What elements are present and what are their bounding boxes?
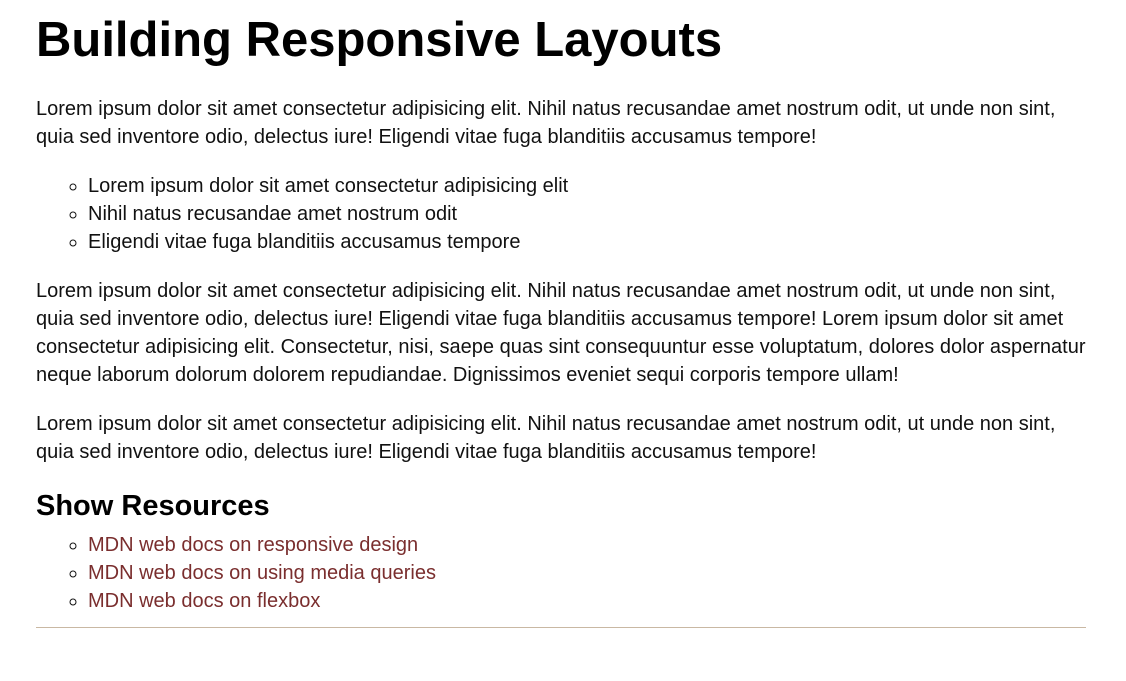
- resource-item: MDN web docs on using media queries: [88, 559, 1086, 587]
- list-item: Lorem ipsum dolor sit amet consectetur a…: [88, 172, 1086, 200]
- page-title: Building Responsive Layouts: [36, 13, 723, 67]
- list-item: Eligendi vitae fuga blanditiis accusamus…: [88, 228, 1086, 256]
- list-item: Nihil natus recusandae amet nostrum odit: [88, 200, 1086, 228]
- page-content: Building Responsive Layouts Lorem ipsum …: [36, 0, 1086, 628]
- flexbox-link[interactable]: MDN web docs on flexbox: [88, 590, 320, 612]
- intro-paragraph: Lorem ipsum dolor sit amet consectetur a…: [36, 98, 1056, 148]
- media-queries-link[interactable]: MDN web docs on using media queries: [88, 562, 436, 584]
- section-divider: [36, 627, 1086, 628]
- resource-item: MDN web docs on responsive design: [88, 531, 1086, 559]
- resource-item: MDN web docs on flexbox: [88, 587, 1086, 615]
- bullet-list: Lorem ipsum dolor sit amet consectetur a…: [36, 172, 1086, 256]
- body-paragraph: Lorem ipsum dolor sit amet consectetur a…: [36, 280, 1086, 386]
- resources-heading[interactable]: Show Resources: [36, 489, 1086, 523]
- responsive-design-link[interactable]: MDN web docs on responsive design: [88, 534, 418, 556]
- closing-paragraph: Lorem ipsum dolor sit amet consectetur a…: [36, 413, 1056, 463]
- resources-list: MDN web docs on responsive design MDN we…: [36, 531, 1086, 615]
